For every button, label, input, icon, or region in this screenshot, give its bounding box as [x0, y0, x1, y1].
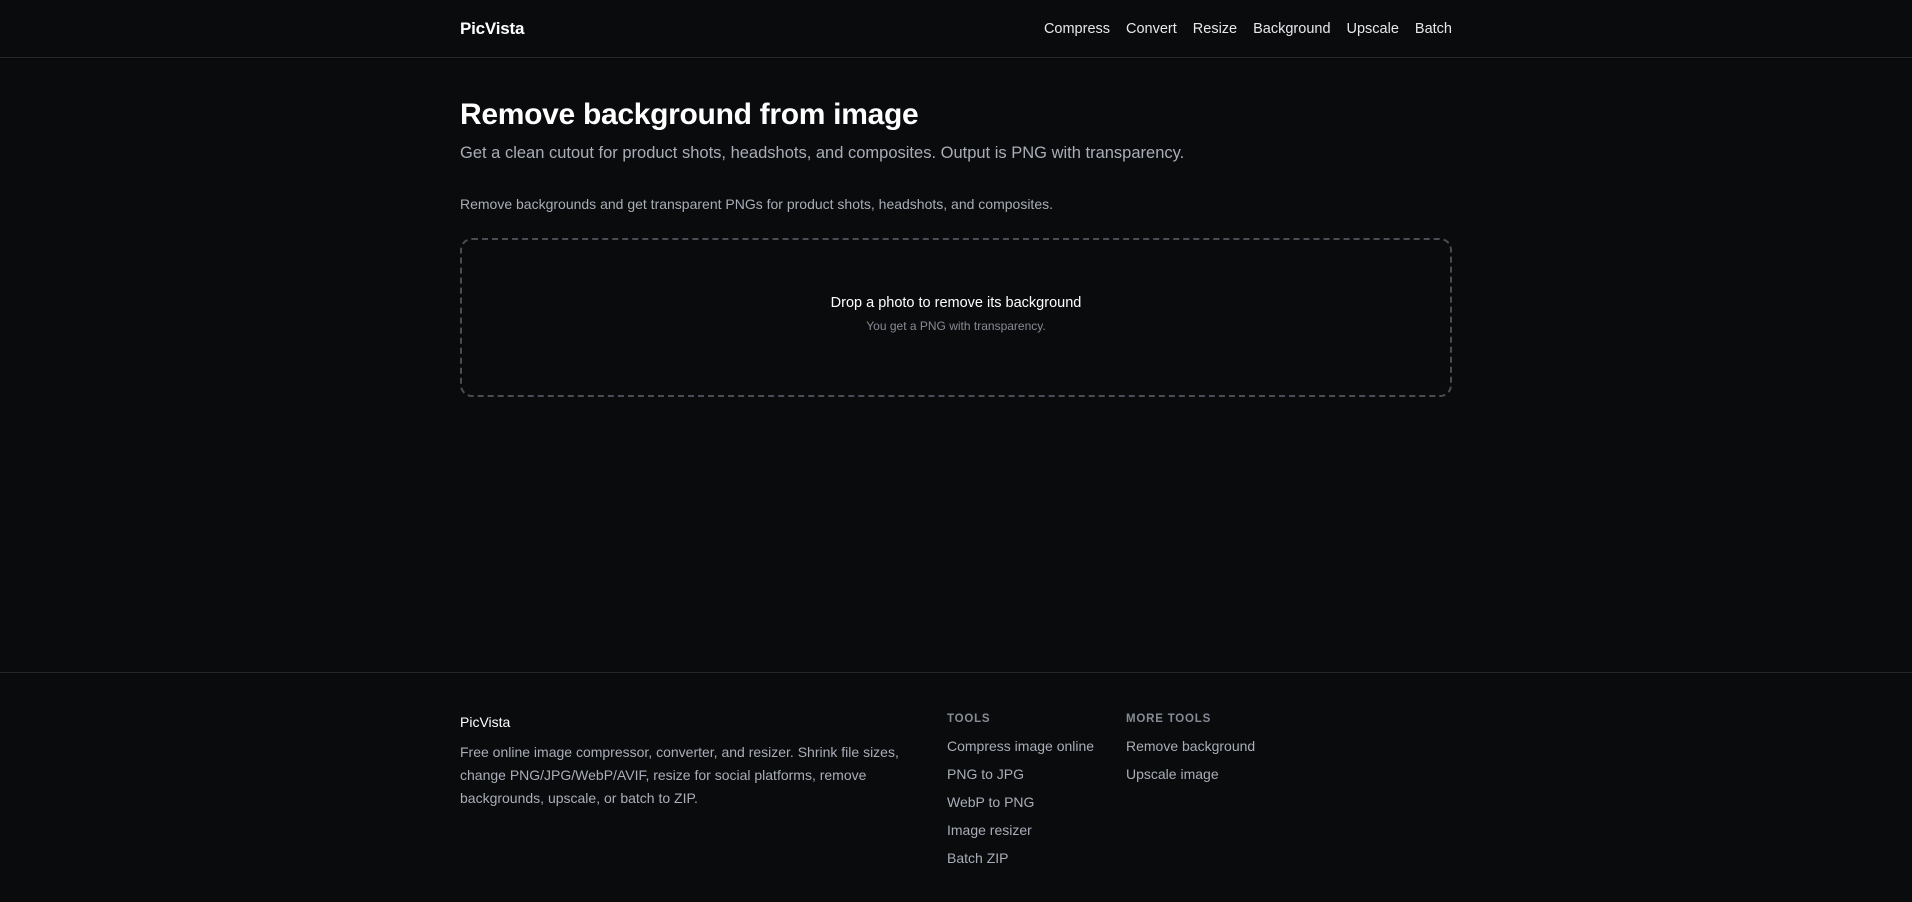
footer-link-remove-background[interactable]: Remove background	[1126, 738, 1255, 754]
list-item: Upscale image	[1126, 760, 1305, 788]
main-container: Remove background from image Get a clean…	[460, 58, 1452, 397]
dropzone-subtitle: You get a PNG with transparency.	[866, 318, 1046, 333]
site-footer: PicVista Free online image compressor, c…	[0, 672, 1912, 902]
brand-logo-link[interactable]: PicVista	[460, 19, 524, 39]
footer-link-upscale-image[interactable]: Upscale image	[1126, 766, 1219, 782]
nav-resize[interactable]: Resize	[1193, 21, 1237, 37]
footer-tools-column: TOOLS Compress image online PNG to JPG W…	[947, 713, 1126, 872]
main-nav: Compress Convert Resize Background Upsca…	[1044, 21, 1452, 37]
footer-link-png-to-jpg[interactable]: PNG to JPG	[947, 766, 1024, 782]
list-item: WebP to PNG	[947, 788, 1126, 816]
footer-tools-list: Compress image online PNG to JPG WebP to…	[947, 732, 1126, 872]
footer-link-image-resizer[interactable]: Image resizer	[947, 822, 1032, 838]
nav-compress[interactable]: Compress	[1044, 21, 1110, 37]
nav-batch[interactable]: Batch	[1415, 21, 1452, 37]
list-item: Remove background	[1126, 732, 1305, 760]
footer-description: Free online image compressor, converter,…	[460, 744, 899, 806]
list-item: PNG to JPG	[947, 760, 1126, 788]
page-title: Remove background from image	[460, 98, 919, 131]
header-container: PicVista Compress Convert Resize Backgro…	[460, 0, 1452, 57]
main-content: Remove background from image Get a clean…	[0, 58, 1912, 672]
nav-background[interactable]: Background	[1253, 21, 1330, 37]
footer-link-webp-to-png[interactable]: WebP to PNG	[947, 794, 1034, 810]
list-item: Compress image online	[947, 732, 1126, 760]
nav-convert[interactable]: Convert	[1126, 21, 1177, 37]
footer-container: PicVista Free online image compressor, c…	[460, 673, 1452, 872]
footer-link-batch-zip[interactable]: Batch ZIP	[947, 850, 1008, 866]
footer-tools-heading: TOOLS	[947, 713, 991, 725]
nav-upscale[interactable]: Upscale	[1347, 21, 1399, 37]
list-item: Image resizer	[947, 816, 1126, 844]
site-header: PicVista Compress Convert Resize Backgro…	[0, 0, 1912, 58]
intro-text: Remove backgrounds and get transparent P…	[460, 196, 1053, 212]
footer-more-tools-heading: MORE TOOLS	[1126, 713, 1212, 725]
upload-dropzone[interactable]: Drop a photo to remove its background Yo…	[460, 238, 1452, 397]
footer-brand-name: PicVista	[460, 714, 511, 730]
page-subtitle: Get a clean cutout for product shots, he…	[460, 144, 1185, 162]
dropzone-title: Drop a photo to remove its background	[830, 294, 1082, 311]
footer-more-tools-list: Remove background Upscale image	[1126, 732, 1305, 788]
footer-link-compress-image-online[interactable]: Compress image online	[947, 738, 1094, 754]
footer-brand-block: PicVista Free online image compressor, c…	[460, 713, 947, 872]
list-item: Batch ZIP	[947, 844, 1126, 872]
footer-more-tools-column: MORE TOOLS Remove background Upscale ima…	[1126, 713, 1305, 872]
